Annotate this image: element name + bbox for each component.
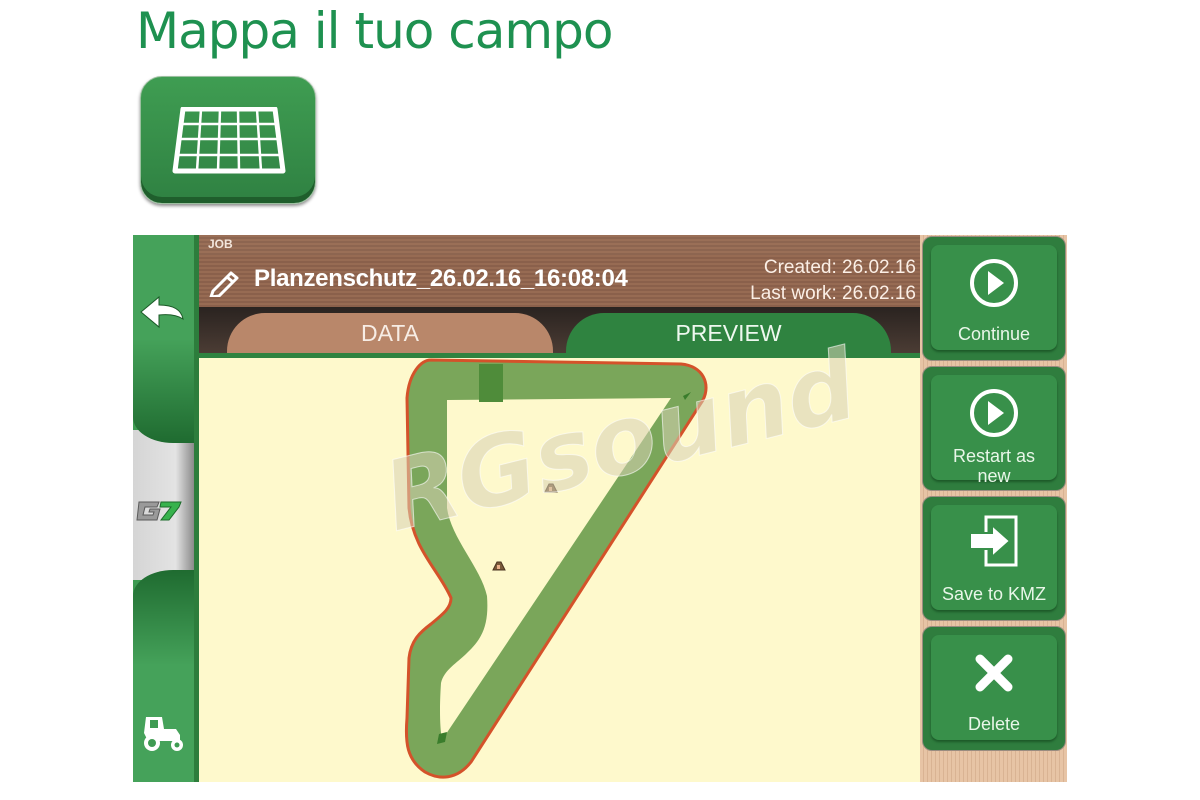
- sidebar-back-area: [133, 235, 194, 443]
- back-arrow-icon: [140, 295, 184, 329]
- play-circle-icon: [970, 389, 1018, 437]
- restart-label-line1: Restart as: [952, 446, 1036, 466]
- left-sidebar: [133, 235, 199, 782]
- job-header: JOB Planzenschutz_26.02.16_16:08:04 Crea…: [199, 235, 920, 353]
- last-work-date: Last work: 26.02.16: [750, 283, 916, 304]
- tab-preview[interactable]: PREVIEW: [566, 313, 891, 353]
- tractor-button[interactable]: [140, 715, 186, 757]
- job-name: Planzenschutz_26.02.16_16:08:04: [254, 265, 628, 292]
- job-section-bar: JOB: [199, 235, 920, 255]
- continue-button[interactable]: Continue: [922, 236, 1066, 361]
- job-section-label: JOB: [208, 237, 233, 251]
- delete-x-icon: [975, 654, 1013, 692]
- field-grid-icon: [172, 107, 286, 174]
- edit-job-name-button[interactable]: [209, 269, 241, 301]
- tab-bar: DATA PREVIEW: [199, 307, 920, 353]
- field-map-preview[interactable]: [199, 353, 920, 782]
- save-to-kmz-label: Save to KMZ: [941, 584, 1047, 604]
- created-date: Created: 26.02.16: [763, 257, 916, 278]
- continue-label: Continue: [957, 324, 1031, 344]
- delete-label: Delete: [967, 714, 1021, 734]
- back-button[interactable]: [139, 295, 185, 335]
- delete-button[interactable]: Delete: [922, 626, 1066, 751]
- tab-data[interactable]: DATA: [227, 313, 553, 353]
- job-screen: JOB Planzenschutz_26.02.16_16:08:04 Crea…: [133, 235, 1067, 782]
- g7-logo: [135, 497, 185, 527]
- map-field-app-button[interactable]: [140, 76, 316, 204]
- restart-as-new-button[interactable]: Restart as new: [922, 366, 1066, 491]
- page-title: Mappa il tuo campo: [136, 2, 613, 60]
- tractor-icon: [144, 717, 183, 751]
- action-panel: Continue Restart as new Save to KMZ Dele…: [920, 235, 1067, 782]
- g7-logo-icon: [136, 501, 182, 521]
- job-title-bar: Planzenschutz_26.02.16_16:08:04 Created:…: [199, 255, 920, 307]
- pencil-icon: [209, 271, 239, 299]
- play-circle-icon: [970, 259, 1018, 307]
- restart-label-line2: new: [977, 466, 1011, 486]
- export-icon: [969, 515, 1018, 567]
- field-map-canvas: [404, 358, 708, 779]
- start-strip: [479, 364, 503, 402]
- save-to-kmz-button[interactable]: Save to KMZ: [922, 496, 1066, 621]
